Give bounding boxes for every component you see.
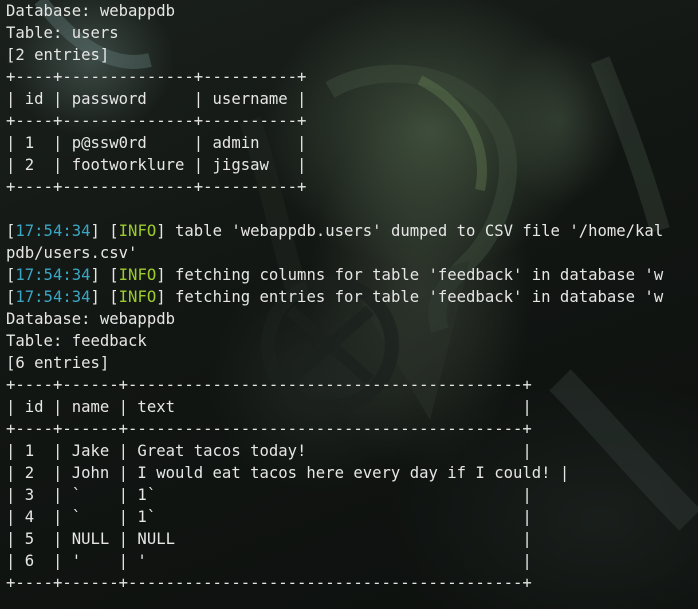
log-timestamp: 17:54:34 bbox=[15, 222, 91, 240]
log-level: INFO bbox=[118, 288, 157, 306]
log-timestamp: 17:54:34 bbox=[15, 288, 91, 306]
table-row: | 6 | ' | ' | bbox=[6, 552, 532, 570]
log-timestamp: 17:54:34 bbox=[15, 266, 91, 284]
table-header: | id | name | text | bbox=[6, 398, 532, 416]
log-message: fetching columns for table 'feedback' in… bbox=[165, 266, 664, 284]
log-level: INFO bbox=[118, 222, 157, 240]
table-row: | 2 | footworklure | jigsaw | bbox=[6, 156, 307, 174]
log-message: table 'webappdb.users' dumped to CSV fil… bbox=[165, 222, 664, 240]
bracket: ] bbox=[156, 266, 166, 284]
log-message: fetching entries for table 'feedback' in… bbox=[165, 288, 664, 306]
log-continuation: pdb/users.csv' bbox=[6, 244, 138, 262]
table-header: | id | password | username | bbox=[6, 90, 307, 108]
bracket: [ bbox=[6, 222, 16, 240]
database-line: Database: webappdb bbox=[6, 310, 175, 328]
bracket: [ bbox=[6, 288, 16, 306]
bracket: ] bbox=[156, 222, 166, 240]
database-line: Database: webappdb bbox=[6, 2, 175, 20]
bracket: [ bbox=[6, 266, 16, 284]
bracket: ] bbox=[156, 288, 166, 306]
table-line: Table: users bbox=[6, 24, 119, 42]
table-border: +----+------+---------------------------… bbox=[6, 420, 532, 438]
log-line: [17:54:34] [INFO] fetching entries for t… bbox=[6, 286, 698, 308]
entries-line: [6 entries] bbox=[6, 354, 110, 372]
log-level: INFO bbox=[118, 266, 157, 284]
bracket: ] [ bbox=[90, 288, 119, 306]
terminal-output: Database: webappdb Table: users [2 entri… bbox=[6, 0, 698, 594]
table-row: | 1 | Jake | Great tacos today! | bbox=[6, 442, 532, 460]
log-line: [17:54:34] [INFO] table 'webappdb.users'… bbox=[6, 220, 698, 242]
table-row: | 2 | John | I would eat tacos here ever… bbox=[6, 464, 570, 482]
bracket: ] [ bbox=[90, 222, 119, 240]
log-line: [17:54:34] [INFO] fetching columns for t… bbox=[6, 264, 698, 286]
table-line: Table: feedback bbox=[6, 332, 147, 350]
table-border: +----+------+---------------------------… bbox=[6, 574, 532, 592]
table-row: | 4 | ` | 1` | bbox=[6, 508, 532, 526]
table-border: +----+--------------+----------+ bbox=[6, 112, 307, 130]
table-border: +----+--------------+----------+ bbox=[6, 178, 307, 196]
entries-line: [2 entries] bbox=[6, 46, 110, 64]
table-border: +----+------+---------------------------… bbox=[6, 376, 532, 394]
table-row: | 3 | ` | 1` | bbox=[6, 486, 532, 504]
table-row: | 5 | NULL | NULL | bbox=[6, 530, 532, 548]
table-border: +----+--------------+----------+ bbox=[6, 68, 307, 86]
bracket: ] [ bbox=[90, 266, 119, 284]
table-row: | 1 | p@ssw0rd | admin | bbox=[6, 134, 307, 152]
